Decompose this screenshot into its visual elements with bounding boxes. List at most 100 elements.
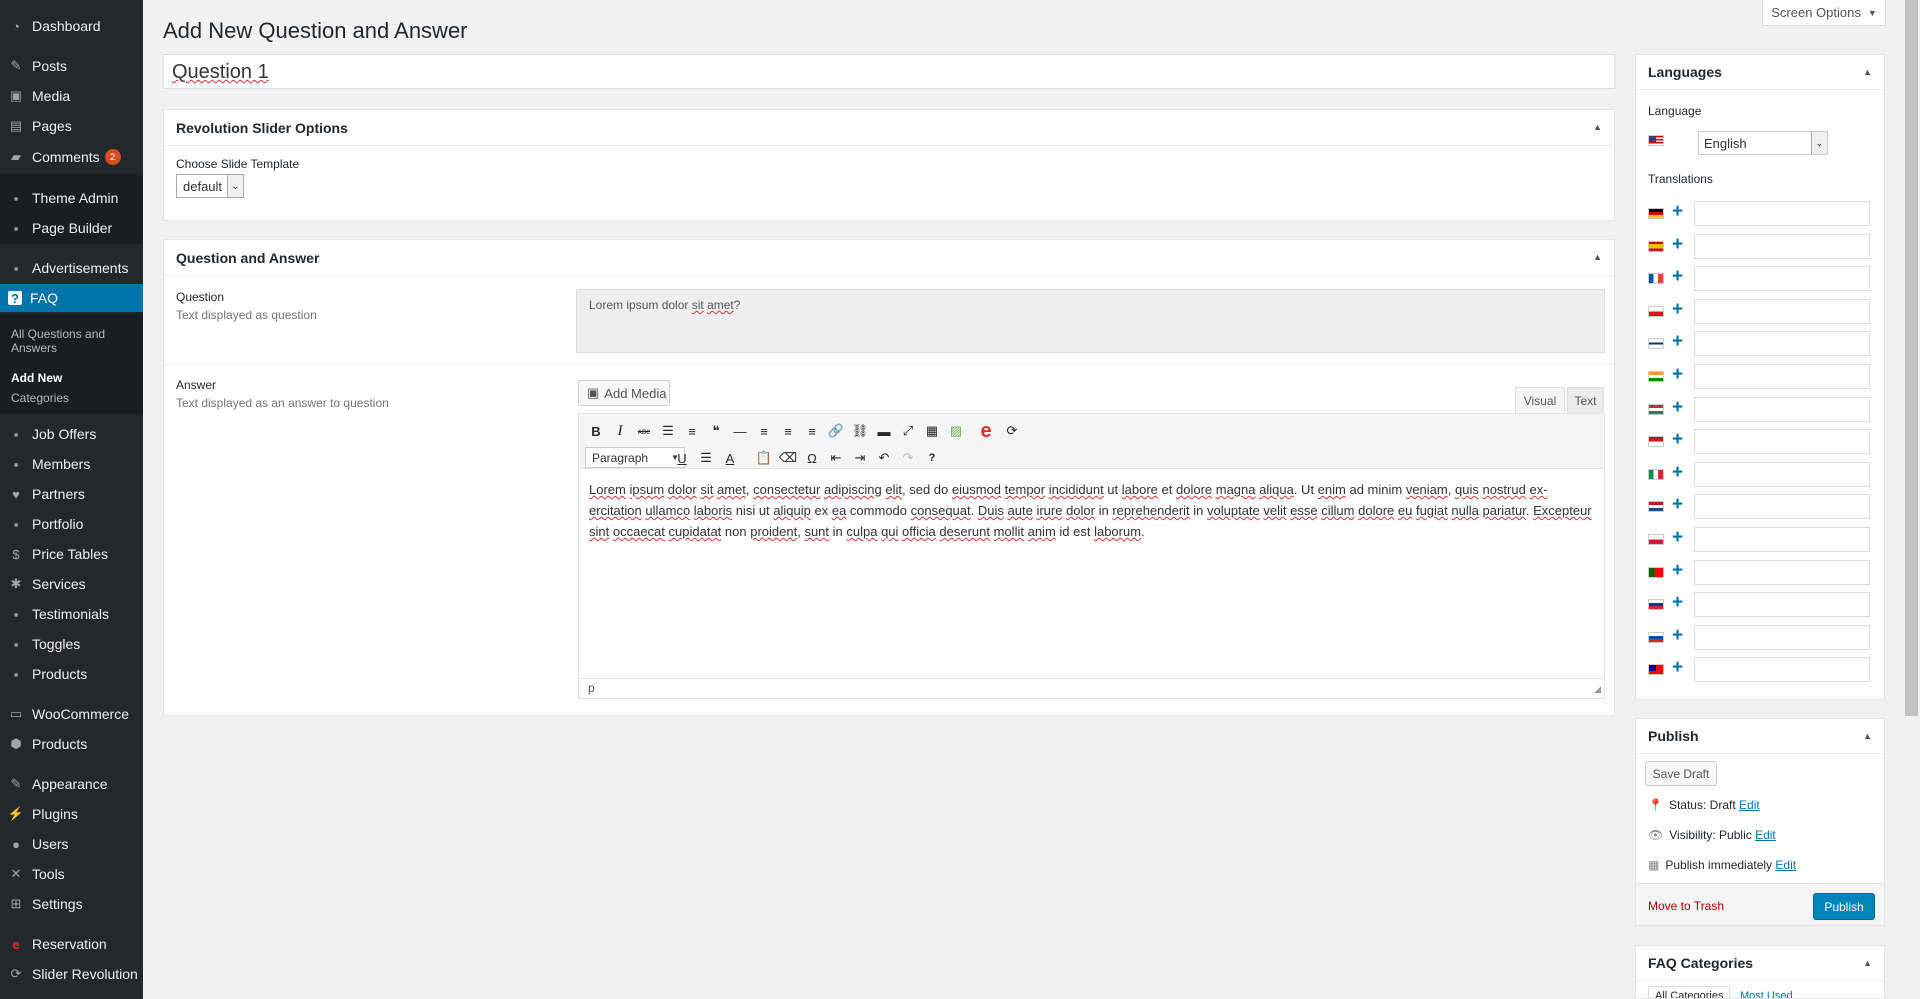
bold-icon[interactable]: B — [585, 420, 607, 442]
sidebar-item-theme-admin[interactable]: ▪ Theme Admin — [0, 184, 143, 212]
translation-input[interactable] — [1694, 233, 1870, 259]
edit-schedule-link[interactable]: Edit — [1775, 858, 1796, 872]
move-to-trash-link[interactable]: Move to Trash — [1648, 899, 1724, 913]
outdent-icon[interactable]: ⇤ — [825, 447, 847, 469]
add-translation-icon[interactable]: + — [1672, 299, 1683, 321]
question-textarea[interactable]: Lorem ipsum dolor sit amet? — [576, 289, 1605, 353]
publish-button[interactable]: Publish — [1813, 893, 1875, 920]
italic-icon[interactable]: I — [609, 420, 631, 442]
tab-visual[interactable]: Visual — [1515, 387, 1565, 413]
strikethrough-icon[interactable]: ᴀʙᴄ — [633, 420, 655, 442]
translation-input[interactable] — [1694, 657, 1870, 683]
sidebar-item-products[interactable]: ⬢ Products — [0, 730, 143, 758]
sidebar-item-tools[interactable]: ✕ Tools — [0, 860, 143, 888]
sidebar-item-plugins[interactable]: ⚡ Plugins — [0, 800, 143, 828]
sidebar-item-page-builder[interactable]: ▪ Page Builder — [0, 214, 143, 242]
faq-submenu-item[interactable]: Categories — [11, 391, 131, 405]
translation-input[interactable] — [1694, 559, 1870, 585]
edit-visibility-link[interactable]: Edit — [1755, 828, 1776, 842]
editor-content[interactable]: Lorem ipsum dolor sit amet, consectetur … — [589, 479, 1594, 542]
collapse-arrow-icon[interactable]: ▲ — [1863, 731, 1872, 741]
faq-submenu-item[interactable]: All Questions and Answers — [11, 327, 131, 355]
sidebar-item-posts[interactable]: ✎ Posts — [0, 52, 143, 80]
sidebar-item-settings[interactable]: ⊞ Settings — [0, 890, 143, 918]
link-icon[interactable]: 🔗 — [825, 420, 847, 442]
sidebar-item-advertisements[interactable]: ▪ Advertisements — [0, 254, 143, 282]
slide-template-select[interactable]: default ⌄ — [176, 174, 244, 198]
faq-categories-header[interactable]: FAQ Categories ▲ — [1636, 946, 1884, 981]
tab-all-categories[interactable]: All Categories — [1648, 986, 1731, 998]
edit-status-link[interactable]: Edit — [1739, 798, 1760, 812]
add-translation-icon[interactable]: + — [1672, 657, 1683, 679]
sidebar-item-toggles[interactable]: ▪ Toggles — [0, 630, 143, 658]
languages-header[interactable]: Languages ▲ — [1636, 55, 1884, 90]
collapse-arrow-icon[interactable]: ▲ — [1863, 958, 1872, 968]
scrollbar-thumb[interactable] — [1905, 0, 1918, 716]
special-char-icon[interactable]: Ω — [801, 447, 823, 469]
translation-input[interactable] — [1694, 429, 1870, 455]
sidebar-item-pages[interactable]: ▤ Pages — [0, 112, 143, 140]
translation-input[interactable] — [1694, 624, 1870, 650]
clear-format-icon[interactable]: ⌫ — [777, 447, 799, 469]
blockquote-icon[interactable]: ❝ — [705, 420, 727, 442]
bullet-list-icon[interactable]: ☰ — [657, 420, 679, 442]
collapse-arrow-icon[interactable]: ▲ — [1863, 67, 1872, 77]
add-translation-icon[interactable]: + — [1672, 364, 1683, 386]
question-answer-header[interactable]: Question and Answer ▲ — [164, 240, 1614, 276]
faq-submenu-item[interactable]: Add New — [11, 371, 131, 385]
add-translation-icon[interactable]: + — [1672, 429, 1683, 451]
translation-input[interactable] — [1694, 364, 1870, 389]
undo-icon[interactable]: ↶ — [873, 447, 895, 469]
numbered-list-icon[interactable]: ≡ — [681, 420, 703, 442]
add-translation-icon[interactable]: + — [1672, 234, 1683, 256]
translation-input[interactable] — [1694, 592, 1870, 618]
sidebar-item-faq[interactable]: ? FAQ — [0, 284, 143, 312]
sidebar-item-partners[interactable]: ♥ Partners — [0, 480, 143, 508]
image-icon[interactable]: ▨ — [945, 420, 967, 442]
collapse-arrow-icon[interactable]: ▲ — [1593, 252, 1602, 262]
unlink-icon[interactable]: ⛓ — [849, 420, 871, 442]
sidebar-item-services[interactable]: ✱ Services — [0, 570, 143, 598]
text-color-icon[interactable]: A — [719, 447, 741, 469]
sidebar-item-users[interactable]: ● Users — [0, 830, 143, 858]
sidebar-item-job-offers[interactable]: ▪ Job Offers — [0, 420, 143, 448]
add-translation-icon[interactable]: + — [1672, 527, 1683, 549]
translation-input[interactable] — [1694, 494, 1870, 520]
sidebar-item-portfolio[interactable]: ▪ Portfolio — [0, 510, 143, 538]
align-right-icon[interactable]: ≡ — [801, 420, 823, 442]
help-icon[interactable]: ? — [921, 447, 943, 469]
add-translation-icon[interactable]: + — [1672, 560, 1683, 582]
add-translation-icon[interactable]: + — [1672, 592, 1683, 614]
sidebar-item-reservation[interactable]: e Reservation — [0, 930, 143, 958]
add-translation-icon[interactable]: + — [1672, 266, 1683, 288]
fullscreen-icon[interactable]: ⤢ — [897, 420, 919, 442]
post-title-input[interactable]: Question 1 — [163, 54, 1615, 89]
translation-input[interactable] — [1694, 266, 1870, 292]
redo-icon[interactable]: ↷ — [897, 447, 919, 469]
align-center-icon[interactable]: ≡ — [777, 420, 799, 442]
add-translation-icon[interactable]: + — [1672, 462, 1683, 484]
sidebar-item-comments[interactable]: ▰ Comments 2 — [0, 143, 143, 171]
tab-text[interactable]: Text — [1567, 387, 1604, 413]
sidebar-item-dashboard[interactable]: ◔ Dashboard — [0, 12, 143, 40]
sidebar-item-woocommerce[interactable]: ▭ WooCommerce — [0, 700, 143, 728]
screen-options-button[interactable]: Screen Options ▼ — [1762, 0, 1886, 26]
language-select[interactable]: English ⌄ — [1698, 131, 1828, 155]
sidebar-item-products[interactable]: ▪ Products — [0, 660, 143, 688]
translation-input[interactable] — [1694, 396, 1870, 422]
sidebar-item-appearance[interactable]: ✎ Appearance — [0, 770, 143, 798]
translation-input[interactable] — [1694, 461, 1870, 487]
collapse-arrow-icon[interactable]: ▲ — [1593, 122, 1602, 132]
sidebar-item-media[interactable]: ▣ Media — [0, 82, 143, 110]
revolution-icon[interactable]: ⟳ — [1001, 420, 1023, 442]
underline-icon[interactable]: U — [671, 447, 693, 469]
sidebar-item-members[interactable]: ▪ Members — [0, 450, 143, 478]
align-left-icon[interactable]: ≡ — [753, 420, 775, 442]
add-translation-icon[interactable]: + — [1672, 397, 1683, 419]
translation-input[interactable] — [1694, 201, 1870, 226]
add-translation-icon[interactable]: + — [1672, 494, 1683, 516]
revslider-options-header[interactable]: Revolution Slider Options ▲ — [164, 110, 1614, 146]
add-translation-icon[interactable]: + — [1672, 201, 1683, 223]
format-select[interactable]: Paragraph ▼ — [585, 447, 685, 468]
indent-icon[interactable]: ⇥ — [849, 447, 871, 469]
